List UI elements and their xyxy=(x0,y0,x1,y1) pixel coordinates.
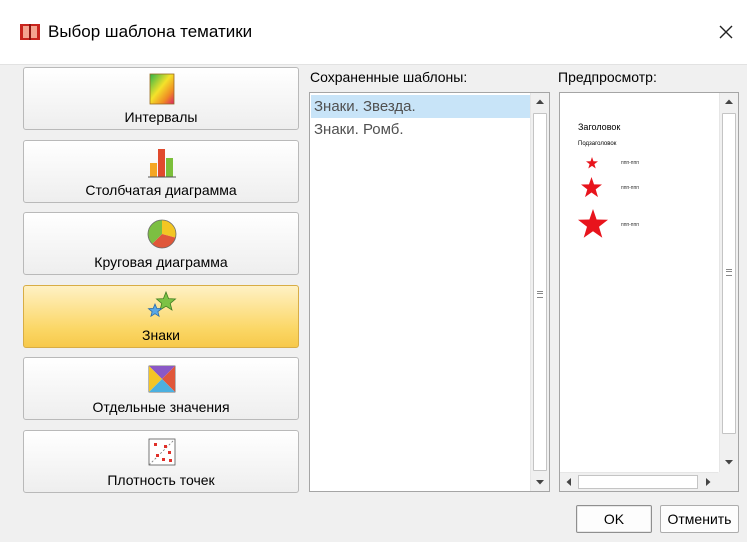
saved-templates-label: Сохраненные шаблоны: xyxy=(310,69,468,85)
dot-density-icon xyxy=(148,438,176,466)
scroll-up-arrow-icon[interactable] xyxy=(531,93,549,111)
unique-values-icon xyxy=(148,365,176,393)
template-label: Знаки xyxy=(142,327,180,343)
scroll-left-arrow-icon[interactable] xyxy=(560,473,578,491)
saved-templates-list[interactable]: Знаки. Звезда. Знаки. Ромб. xyxy=(309,92,550,492)
template-intervals-button[interactable]: Интервалы xyxy=(23,67,299,130)
scroll-down-arrow-icon[interactable] xyxy=(720,453,738,471)
template-dot-density-button[interactable]: Плотность точек xyxy=(23,430,299,493)
template-signs-button[interactable]: Знаки xyxy=(23,285,299,348)
scroll-corner xyxy=(718,472,738,491)
saved-list-vertical-scrollbar[interactable] xyxy=(530,93,549,491)
bar-chart-icon xyxy=(148,149,176,178)
scroll-down-arrow-icon[interactable] xyxy=(531,473,549,491)
preview-panel: Заголовок Подзаголовок ппп-ппп ппп-ппп п… xyxy=(559,92,739,492)
preview-item-label: ппп-ппп xyxy=(621,222,639,228)
scroll-thumb[interactable] xyxy=(578,475,698,489)
gradient-ramp-icon xyxy=(149,73,175,105)
list-item[interactable]: Знаки. Звезда. xyxy=(311,95,530,118)
preview-vertical-scrollbar[interactable] xyxy=(719,93,738,472)
template-label: Столбчатая диаграмма xyxy=(85,182,237,198)
window-title: Выбор шаблона тематики xyxy=(48,22,253,41)
preview-canvas: Заголовок Подзаголовок ппп-ппп ппп-ппп п… xyxy=(560,93,718,471)
scroll-thumb[interactable] xyxy=(722,113,736,434)
preview-title: Заголовок xyxy=(578,122,621,132)
template-label: Отдельные значения xyxy=(92,399,230,415)
scroll-up-arrow-icon[interactable] xyxy=(720,93,738,111)
template-pie-chart-button[interactable]: Круговая диаграмма xyxy=(23,212,299,275)
cancel-button[interactable]: Отменить xyxy=(660,505,739,533)
close-button[interactable] xyxy=(705,14,747,50)
map-book-icon xyxy=(20,24,40,40)
scroll-grip-icon xyxy=(537,291,543,298)
preview-horizontal-scrollbar[interactable] xyxy=(560,472,718,491)
stars-icon xyxy=(147,291,177,318)
ok-button[interactable]: OK xyxy=(576,505,652,533)
preview-item-label: ппп-ппп xyxy=(621,160,639,166)
large-star-icon xyxy=(578,209,608,238)
template-unique-values-button[interactable]: Отдельные значения xyxy=(23,357,299,420)
preview-label: Предпросмотр: xyxy=(558,69,657,85)
scroll-right-arrow-icon[interactable] xyxy=(699,473,717,491)
template-label: Плотность точек xyxy=(107,472,215,488)
preview-subtitle: Подзаголовок xyxy=(578,141,617,147)
scroll-grip-icon xyxy=(726,269,732,276)
preview-item-label: ппп-ппп xyxy=(621,185,639,191)
pie-chart-icon xyxy=(147,219,177,249)
medium-star-icon xyxy=(581,177,602,198)
scroll-thumb[interactable] xyxy=(533,113,547,471)
title-bar: Выбор шаблона тематики xyxy=(0,0,747,65)
small-star-icon xyxy=(586,157,598,169)
close-icon xyxy=(719,25,733,39)
template-bar-chart-button[interactable]: Столбчатая диаграмма xyxy=(23,140,299,203)
list-item[interactable]: Знаки. Ромб. xyxy=(311,118,530,141)
template-label: Круговая диаграмма xyxy=(94,254,228,270)
template-label: Интервалы xyxy=(124,109,198,125)
